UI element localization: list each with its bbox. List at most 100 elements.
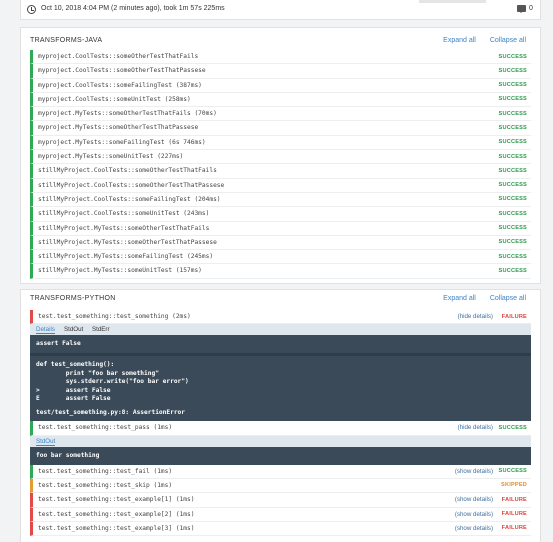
table-row[interactable]: test.test_something::test_example[1] (1m… xyxy=(30,493,531,508)
collapse-all-link[interactable]: Collapse all xyxy=(490,295,526,302)
status-badge: SUCCESS xyxy=(498,139,527,146)
status-badge: SUCCESS xyxy=(498,468,527,475)
table-row[interactable]: myproject.MyTests::someOtherTestThatPass… xyxy=(30,121,531,136)
clock-icon xyxy=(27,5,36,14)
test-name: stillMyProject.CoolTests::someUnitTest (… xyxy=(38,210,210,218)
table-row[interactable]: test.test_something::test_example[3] (1m… xyxy=(30,521,531,537)
detail-tabs: Details StdOut StdErr xyxy=(30,324,531,336)
detail-tabs: StdOut xyxy=(30,435,531,447)
test-name: test.test_something::test_fail (1ms) xyxy=(38,467,173,475)
status-badge: SUCCESS xyxy=(498,67,527,74)
table-row[interactable]: test.test_something::test_pass (1ms) (hi… xyxy=(30,421,531,436)
table-row[interactable]: test.test_something::test_example[2] (1m… xyxy=(30,507,531,522)
collapse-all-link[interactable]: Collapse all xyxy=(490,37,526,44)
comment-icon[interactable] xyxy=(517,5,526,13)
status-badge: SUCCESS xyxy=(498,167,527,174)
table-row[interactable]: stillMyProject.CoolTests::someOtherTestT… xyxy=(30,164,531,179)
failure-details: assert False def test_something(): print… xyxy=(30,335,531,422)
status-badge: SUCCESS xyxy=(498,53,527,60)
run-summary-bar: Oct 10, 2018 4:04 PM (2 minutes ago), to… xyxy=(20,0,541,20)
status-badge: SUCCESS xyxy=(498,124,527,131)
test-name: stillMyProject.CoolTests::someFailingTes… xyxy=(38,195,221,203)
show-details-link[interactable]: (show details) xyxy=(455,496,493,503)
table-row[interactable]: test.test_something::test_skip (1ms) SKIP… xyxy=(30,478,531,494)
panel-transforms-python: TRANSFORMS-PYTHON Expand all Collapse al… xyxy=(20,289,541,542)
status-badge: SUCCESS xyxy=(498,153,527,160)
hide-details-link[interactable]: (hide details) xyxy=(458,313,493,320)
assertion-message: assert False xyxy=(36,340,81,348)
table-row[interactable]: stillMyProject.CoolTests::someUnitTest (… xyxy=(30,207,531,222)
show-details-link[interactable]: (show details) xyxy=(455,511,493,518)
table-row[interactable]: test.test_something::test_fail (1ms) (sho… xyxy=(30,464,531,479)
tab-stdout[interactable]: StdOut xyxy=(64,326,83,333)
tab-stdout[interactable]: StdOut xyxy=(36,438,56,446)
test-name: myproject.CoolTests::someFailingTest (38… xyxy=(38,81,202,89)
test-name: myproject.CoolTests::someUnitTest (258ms… xyxy=(38,95,191,103)
status-badge: SUCCESS xyxy=(498,225,527,232)
test-name: myproject.MyTests::someOtherTestThatPass… xyxy=(38,124,199,132)
panel-links: Expand all Collapse all xyxy=(431,295,526,302)
status-badge: FAILURE xyxy=(501,313,527,320)
test-name: myproject.CoolTests::someOtherTestThatFa… xyxy=(38,53,199,60)
python-test-list: test.test_something::test_fail (1ms)(sho… xyxy=(21,464,540,537)
status-badge: SUCCESS xyxy=(498,210,527,217)
comment-count: 0 xyxy=(529,5,533,12)
hide-details-link[interactable]: (hide details) xyxy=(458,424,493,431)
status-badge: SUCCESS xyxy=(498,253,527,260)
status-badge: SUCCESS xyxy=(498,424,527,431)
test-name: stillMyProject.CoolTests::someOtherTestT… xyxy=(38,181,225,189)
test-name: test.test_something::test_example[3] (1m… xyxy=(38,524,195,532)
panel-links: Expand all Collapse all xyxy=(431,37,526,44)
error-location: test/test_something.py:8: AssertionError xyxy=(36,409,186,417)
panel-transforms-java: TRANSFORMS-JAVA Expand all Collapse all … xyxy=(20,27,541,284)
tab-details[interactable]: Details xyxy=(36,326,55,335)
test-name: myproject.MyTests::someFailingTest (6s 7… xyxy=(38,138,206,146)
table-row[interactable]: myproject.MyTests::someFailingTest (6s 7… xyxy=(30,135,531,151)
status-badge: FAILURE xyxy=(501,496,527,503)
status-badge: FAILURE xyxy=(501,511,527,518)
status-badge: SUCCESS xyxy=(498,267,527,274)
status-badge: SUCCESS xyxy=(498,82,527,89)
test-name: stillMyProject.MyTests::someUnitTest (15… xyxy=(38,267,202,275)
stdout-output: foo bar something xyxy=(30,446,531,465)
status-badge: FAILURE xyxy=(501,525,527,532)
test-name: stillMyProject.CoolTests::someOtherTestT… xyxy=(38,167,217,175)
table-row[interactable]: stillMyProject.MyTests::someOtherTestTha… xyxy=(30,235,531,251)
table-row[interactable]: test.test_something::test_something (2ms… xyxy=(30,310,531,325)
table-row[interactable]: stillMyProject.MyTests::someUnitTest (15… xyxy=(30,264,531,279)
test-name: stillMyProject.MyTests::someOtherTestTha… xyxy=(38,238,217,246)
toolbar-button[interactable] xyxy=(419,0,486,3)
table-row[interactable]: myproject.CoolTests::someUnitTest (258ms… xyxy=(30,92,531,108)
panel-title: TRANSFORMS-PYTHON xyxy=(30,295,116,302)
test-name: stillMyProject.MyTests::someFailingTest … xyxy=(38,253,214,261)
test-name: myproject.MyTests::someOtherTestThatFail… xyxy=(38,110,217,118)
table-row[interactable]: stillMyProject.MyTests::someOtherTestTha… xyxy=(30,221,531,236)
test-name: test.test_something::test_pass (1ms) xyxy=(38,424,173,432)
status-badge: SUCCESS xyxy=(498,196,527,203)
test-name: myproject.MyTests::someUnitTest (227ms) xyxy=(38,153,184,161)
table-row[interactable]: stillMyProject.CoolTests::someFailingTes… xyxy=(30,192,531,208)
test-name: test.test_something::test_something (2ms… xyxy=(38,313,191,320)
expand-all-link[interactable]: Expand all xyxy=(443,295,476,302)
table-row[interactable]: myproject.CoolTests::someOtherTestThatPa… xyxy=(30,64,531,79)
test-name: stillMyProject.MyTests::someOtherTestTha… xyxy=(38,224,210,232)
status-badge: SKIPPED xyxy=(501,482,527,489)
status-badge: SUCCESS xyxy=(498,239,527,246)
show-details-link[interactable]: (show details) xyxy=(455,468,493,475)
stdout-text: foo bar something xyxy=(36,451,100,459)
status-badge: SUCCESS xyxy=(498,182,527,189)
panel-title: TRANSFORMS-JAVA xyxy=(30,37,103,44)
panel-header: TRANSFORMS-PYTHON Expand all Collapse al… xyxy=(21,290,540,310)
expand-all-link[interactable]: Expand all xyxy=(443,37,476,44)
table-row[interactable]: myproject.MyTests::someOtherTestThatFail… xyxy=(30,107,531,122)
test-name: myproject.CoolTests::someOtherTestThatPa… xyxy=(38,67,206,75)
tab-stderr[interactable]: StdErr xyxy=(92,326,110,333)
table-row[interactable]: stillMyProject.MyTests::someFailingTest … xyxy=(30,250,531,265)
table-row[interactable]: myproject.MyTests::someUnitTest (227ms) S… xyxy=(30,150,531,165)
table-row[interactable]: myproject.CoolTests::someOtherTestThatFa… xyxy=(30,50,531,65)
table-row[interactable]: stillMyProject.CoolTests::someOtherTestT… xyxy=(30,178,531,193)
java-test-list: myproject.CoolTests::someOtherTestThatFa… xyxy=(21,50,540,279)
test-name: test.test_something::test_example[1] (1m… xyxy=(38,496,195,504)
show-details-link[interactable]: (show details) xyxy=(455,525,493,532)
table-row[interactable]: myproject.CoolTests::someFailingTest (38… xyxy=(30,78,531,93)
